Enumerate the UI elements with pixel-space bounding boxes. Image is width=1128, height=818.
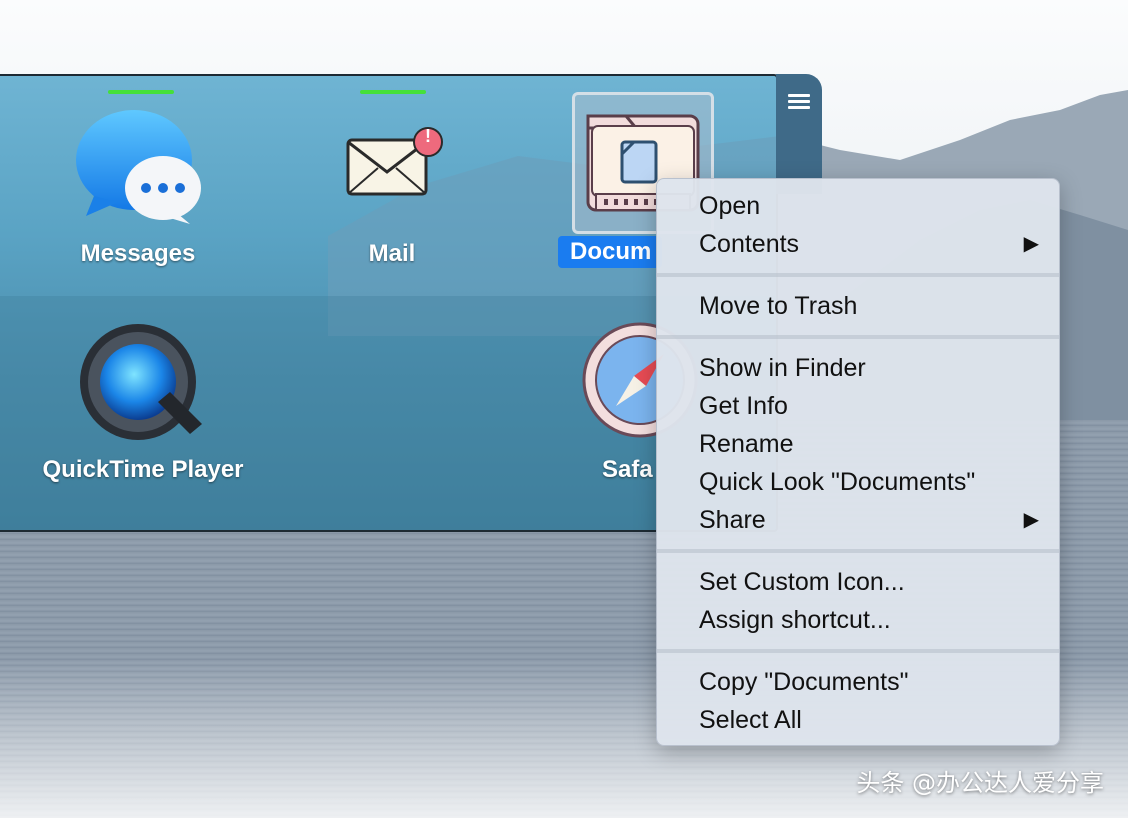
submenu-arrow-icon: ▶ bbox=[1023, 233, 1039, 255]
menu-item-get-info[interactable]: Get Info bbox=[699, 387, 1039, 425]
app-messages[interactable]: Messages bbox=[38, 106, 238, 276]
menu-separator bbox=[657, 649, 1059, 653]
running-indicator-messages bbox=[108, 90, 174, 94]
menu-item-move-to-trash[interactable]: Move to Trash bbox=[699, 287, 1039, 325]
submenu-arrow-icon: ▶ bbox=[1023, 509, 1039, 531]
hamburger-menu-icon[interactable] bbox=[788, 94, 810, 110]
menu-item-assign-shortcut[interactable]: Assign shortcut... bbox=[699, 601, 1039, 639]
menu-item-show-in-finder[interactable]: Show in Finder bbox=[699, 349, 1039, 387]
menu-item-quick-look[interactable]: Quick Look "Documents" bbox=[699, 463, 1039, 501]
watermark: 头条 @办公达人爱分享 bbox=[856, 769, 1104, 797]
menu-item-set-custom-icon[interactable]: Set Custom Icon... bbox=[699, 563, 1039, 601]
running-indicator-mail bbox=[360, 90, 426, 94]
menu-item-select-all[interactable]: Select All bbox=[699, 701, 1039, 739]
panel-side-tab bbox=[776, 74, 822, 194]
menu-separator bbox=[657, 549, 1059, 553]
quicktime-icon bbox=[80, 324, 202, 440]
menu-item-copy[interactable]: Copy "Documents" bbox=[699, 663, 1039, 701]
app-mail[interactable]: ! Mail bbox=[292, 106, 492, 276]
menu-separator bbox=[657, 273, 1059, 277]
menu-item-share[interactable]: Share ▶ bbox=[699, 501, 1039, 539]
app-label-documents: Docum bbox=[558, 236, 662, 268]
menu-item-contents[interactable]: Contents ▶ bbox=[699, 225, 1039, 263]
menu-item-rename[interactable]: Rename bbox=[699, 425, 1039, 463]
mail-badge: ! bbox=[425, 126, 431, 146]
context-menu: Open Contents ▶ Move to Trash Show in Fi… bbox=[656, 178, 1060, 746]
menu-item-open[interactable]: Open bbox=[699, 187, 1039, 225]
mail-icon bbox=[346, 127, 443, 196]
menu-separator bbox=[657, 335, 1059, 339]
messages-icon bbox=[76, 110, 201, 224]
app-label-messages: Messages bbox=[80, 240, 196, 267]
app-label-mail: Mail bbox=[368, 240, 416, 267]
app-quicktime-player[interactable]: QuickTime Player bbox=[18, 320, 268, 490]
app-label-quicktime-player: QuickTime Player bbox=[42, 456, 244, 483]
